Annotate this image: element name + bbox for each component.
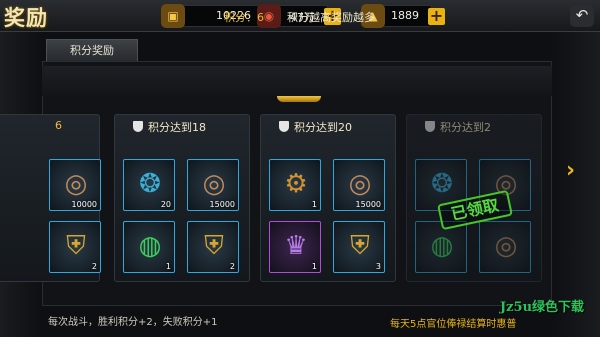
gear-box-icon: ⚙ [284, 169, 308, 199]
reward-card[interactable]: 积分达到20 ⚙ 1 ◎ 15000 ♛ 1 ⛨ 3 [260, 114, 396, 282]
reward-slot[interactable]: ⛨ 2 [49, 221, 101, 273]
right-frame-decoration [552, 32, 600, 337]
reward-slot[interactable]: ◎ [479, 221, 531, 273]
add-gold-button[interactable]: + [428, 8, 445, 25]
reward-count: 1 [311, 200, 317, 209]
back-button[interactable]: ↶ [570, 5, 594, 27]
score-bar-ornament [277, 96, 321, 102]
reward-count: 3 [375, 262, 381, 271]
reward-slot[interactable]: ◎ 15000 [333, 159, 385, 211]
reward-card[interactable]: 积分达到18 ❂ 20 ◎ 15000 ◍ 1 ⛨ 2 [114, 114, 250, 282]
dragon-orb-icon: ❂ [139, 169, 161, 199]
page-title: 奖励 [4, 6, 48, 30]
next-arrow-button[interactable]: › [566, 158, 575, 183]
reward-card[interactable]: 6 ◎ 10000 ⛨ 2 [0, 114, 101, 282]
reward-count: 2 [229, 262, 235, 271]
reward-slot[interactable]: ◎ 15000 [187, 159, 239, 211]
reward-slot[interactable]: ⛨ 3 [333, 221, 385, 273]
jade-orb-icon: ◍ [430, 231, 454, 261]
reward-count: 15000 [209, 200, 235, 209]
tab-score-reward[interactable]: 积分奖励 [46, 39, 138, 61]
daily-settlement-note: 每天5点官位俸禄结算时惠普 [390, 319, 517, 330]
coin-stack-icon: ◎ [64, 169, 88, 199]
coin-stack-icon: ◎ [348, 169, 372, 199]
score-bar [42, 66, 552, 96]
reward-slot[interactable]: ⛨ 2 [187, 221, 239, 273]
reward-count: 20 [160, 200, 171, 209]
reward-count: 10000 [71, 200, 97, 209]
watermark: Jz5u绿色下载 [500, 300, 585, 315]
reward-card-title: 积分达到20 [294, 121, 352, 134]
golden-armor-icon: ⛨ [350, 230, 370, 261]
purple-crest-icon: ♛ [284, 231, 308, 261]
reward-card-title: 6 [55, 119, 62, 132]
reward-slot[interactable]: ◎ 10000 [49, 159, 101, 211]
reward-count: 1 [165, 262, 171, 271]
reward-slot[interactable]: ⚙ 1 [269, 159, 321, 211]
reward-count: 2 [91, 262, 97, 271]
reward-slot[interactable]: ❂ 20 [123, 159, 175, 211]
reward-count: 15000 [355, 200, 381, 209]
coin-stack-icon: ◎ [202, 169, 226, 199]
resource-gold-pile: ▲ 1889 + [361, 4, 445, 28]
reward-card-header: 积分达到18 [115, 115, 249, 137]
dragon-orb-icon: ❂ [431, 169, 453, 199]
golden-armor-icon: ⛨ [204, 230, 224, 261]
reward-slot[interactable]: ◍ 1 [123, 221, 175, 273]
reward-slot[interactable]: ♛ 1 [269, 221, 321, 273]
reward-slot[interactable]: ◍ [415, 221, 467, 273]
reward-count: 1 [311, 262, 317, 271]
score-hint: 积分越高奖励越多 [287, 11, 375, 24]
battle-score-rule: 每次战斗，胜利积分+2，失败积分+1 [48, 317, 218, 328]
resource-value: 1889 [391, 9, 419, 22]
golden-armor-icon: ⛨ [66, 230, 86, 261]
gold-ingot-icon: ▣ [161, 4, 185, 28]
rank-badge-icon [133, 121, 143, 132]
reward-card-header: 积分达到20 [261, 115, 395, 137]
reward-card-title: 积分达到2 [440, 121, 491, 134]
score-label: 积分：6 [224, 11, 264, 24]
rank-badge-icon [279, 121, 289, 132]
reward-card-header: 积分达到2 [407, 115, 541, 137]
jade-orb-icon: ◍ [138, 231, 162, 261]
reward-card-title: 积分达到18 [148, 121, 206, 134]
rank-badge-icon [425, 121, 435, 132]
coin-stack-icon: ◎ [494, 231, 518, 261]
